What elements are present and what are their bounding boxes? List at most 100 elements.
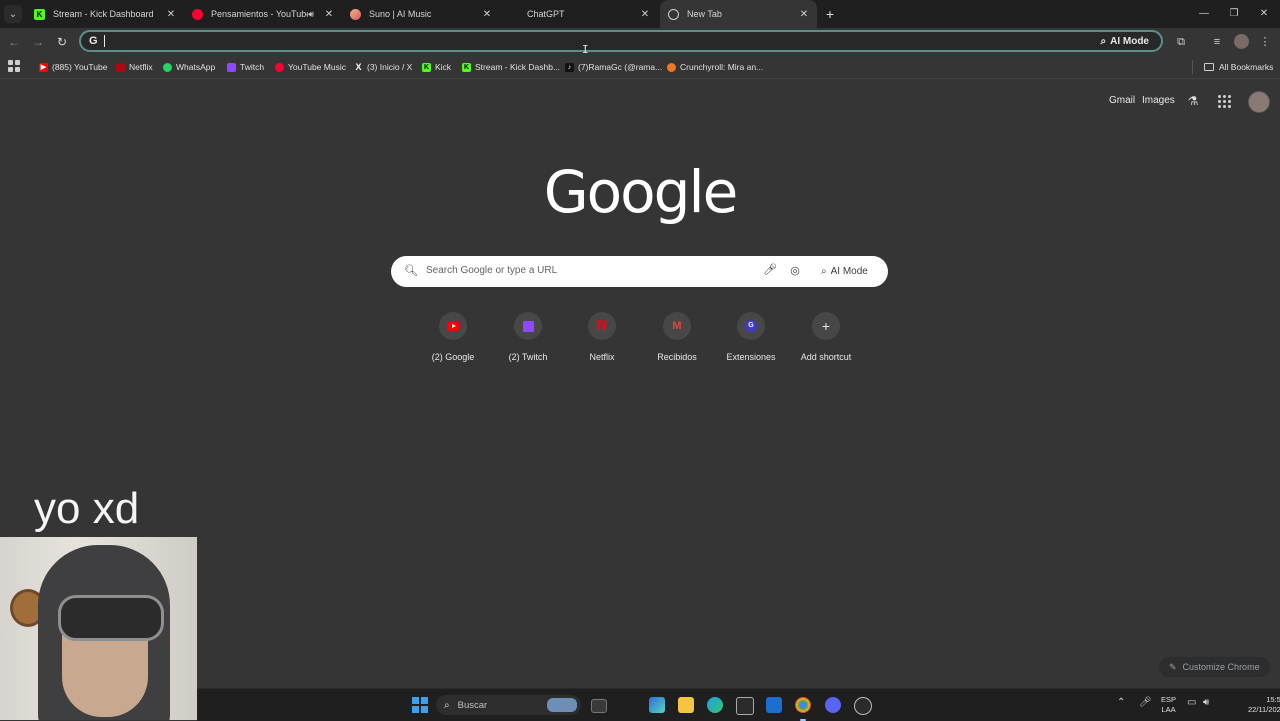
shortcut-label: (2) Google	[431, 352, 475, 362]
apps-grid-icon[interactable]	[8, 60, 20, 72]
new-tab-button[interactable]: +	[822, 6, 838, 22]
taskbar-search[interactable]: ⌕ Buscar	[436, 695, 581, 715]
ai-mode-button[interactable]: ⌕ AI Mode	[815, 261, 874, 282]
copilot-icon[interactable]	[649, 697, 665, 713]
webcam-feed	[0, 537, 197, 720]
tiktok-icon: ♪	[565, 62, 574, 72]
back-icon[interactable]: ←	[6, 34, 22, 50]
microphone-icon[interactable]: 🎤︎	[763, 263, 777, 279]
tab-strip: ⌄ K Stream - Kick Dashboard ✕ Pensamient…	[0, 0, 1280, 28]
shortcut-extensiones[interactable]: G Extensiones	[715, 312, 787, 362]
bookmark-label: (885) YouTube	[52, 62, 108, 72]
whatsapp-icon	[163, 62, 172, 72]
crunchyroll-icon	[667, 62, 676, 72]
bookmark-label: Crunchyroll: Mira an...	[680, 62, 764, 72]
chrome-icon	[668, 8, 679, 20]
close-icon[interactable]: ✕	[164, 9, 178, 20]
plus-icon: +	[821, 318, 831, 334]
account-avatar[interactable]	[1248, 91, 1270, 113]
chevron-down-icon: ⌄	[8, 8, 18, 20]
bookmark-label: (3) Inicio / X	[367, 62, 413, 72]
bookmark-x[interactable]: X (3) Inicio / X	[354, 60, 412, 74]
chrome-icon[interactable]	[795, 697, 811, 721]
tab-youtube-music[interactable]: Pensamientos - YouTube M 🔊︎ ✕	[184, 0, 342, 28]
shortcut-google[interactable]: (2) Google	[417, 312, 489, 362]
omnibox-ai-mode-button[interactable]: ⌕ AI Mode	[1093, 33, 1158, 49]
images-link[interactable]: Images	[1142, 95, 1175, 106]
search-box[interactable]: 🔍︎ Search Google or type a URL 🎤︎ ◎ ⌕ AI …	[391, 256, 888, 287]
bookmarks-bar: ▶ (885) YouTube Netflix WhatsApp Twitch Y…	[0, 56, 1280, 79]
bookmark-tiktok[interactable]: ♪ (7)RamaGc (@rama...	[565, 60, 662, 74]
ai-mode-label: AI Mode	[1110, 35, 1149, 47]
settings-app-icon[interactable]	[854, 697, 872, 715]
close-icon[interactable]: ✕	[638, 9, 652, 20]
extensions-icon[interactable]: ⧉	[1173, 34, 1189, 50]
netflix-icon	[116, 62, 125, 72]
search-icon: 🔍︎	[404, 265, 418, 277]
gmail-icon: M	[672, 320, 682, 332]
gmail-link[interactable]: Gmail	[1109, 95, 1135, 106]
file-explorer-icon[interactable]	[678, 697, 694, 713]
taskbar-search-label: Buscar	[457, 699, 488, 711]
customize-chrome-button[interactable]: ✎ Customize Chrome	[1159, 657, 1270, 677]
tab-search-button[interactable]: ⌄	[4, 5, 22, 23]
microphone-icon[interactable]: 🎤︎	[1139, 697, 1152, 708]
language-indicator[interactable]: ESP LAA	[1161, 695, 1176, 715]
all-bookmarks-button[interactable]: All Bookmarks	[1204, 60, 1273, 74]
minimize-icon[interactable]: —	[1196, 6, 1212, 22]
store-icon[interactable]	[736, 697, 754, 715]
tab-title: New Tab	[687, 9, 722, 19]
bookmark-kick-dashboard[interactable]: K Stream - Kick Dashb...	[462, 60, 560, 74]
volume-icon[interactable]: 🔊︎	[1203, 697, 1209, 708]
tab-chatgpt[interactable]: ChatGPT ✕	[500, 0, 658, 28]
keyboard-layout: LAA	[1161, 705, 1176, 714]
shortcut-label: Add shortcut	[800, 352, 852, 362]
shortcut-netflix[interactable]: N Netflix	[566, 312, 638, 362]
network-icon[interactable]: ▭	[1187, 697, 1196, 708]
chevron-up-icon[interactable]: ⌃	[1117, 697, 1125, 708]
google-lens-icon[interactable]: ◎	[788, 264, 802, 278]
speaker-icon[interactable]: 🔊︎	[308, 9, 314, 20]
bookmark-youtube[interactable]: ▶ (885) YouTube	[39, 60, 107, 74]
close-icon[interactable]: ✕	[480, 9, 494, 20]
shortcut-twitch[interactable]: (2) Twitch	[492, 312, 564, 362]
all-bookmarks-label: All Bookmarks	[1219, 62, 1274, 72]
menu-kebab-icon[interactable]: ⋮	[1257, 34, 1273, 50]
close-icon[interactable]: ✕	[322, 9, 336, 20]
google-apps-icon[interactable]	[1218, 95, 1231, 108]
language-code: ESP	[1161, 695, 1177, 704]
shortcut-label: Netflix	[589, 352, 615, 362]
bookmark-netflix[interactable]: Netflix	[116, 60, 153, 74]
bookmark-crunchyroll[interactable]: Crunchyroll: Mira an...	[667, 60, 763, 74]
bookmark-twitch[interactable]: Twitch	[227, 60, 264, 74]
shortcut-add[interactable]: + Add shortcut	[790, 312, 862, 362]
extension-g-icon: G	[745, 320, 757, 332]
kick-icon: K	[462, 62, 471, 72]
shortcut-recibidos[interactable]: M Recibidos	[641, 312, 713, 362]
tab-new-tab[interactable]: New Tab ✕	[660, 0, 817, 28]
restore-icon[interactable]: ❐	[1226, 6, 1242, 22]
windows-start-icon[interactable]	[412, 697, 428, 713]
bookmark-youtube-music[interactable]: YouTube Music	[275, 60, 346, 74]
search-input[interactable]: Search Google or type a URL	[426, 265, 557, 276]
shortcut-label: Recibidos	[657, 352, 697, 362]
ai-mode-label: AI Mode	[830, 266, 868, 277]
profile-avatar[interactable]	[1234, 34, 1249, 49]
outlook-icon[interactable]	[766, 697, 782, 713]
bookmark-whatsapp[interactable]: WhatsApp	[163, 60, 215, 74]
bookmark-kick[interactable]: K Kick	[422, 60, 451, 74]
tab-kick-dashboard[interactable]: K Stream - Kick Dashboard ✕	[26, 0, 184, 28]
close-icon[interactable]: ✕	[797, 9, 811, 20]
forward-icon[interactable]: →	[30, 34, 46, 50]
media-control-icon[interactable]: ≡	[1209, 34, 1225, 50]
edge-icon[interactable]	[707, 697, 723, 713]
reload-icon[interactable]: ↻	[54, 34, 70, 50]
twitch-icon	[227, 62, 236, 72]
address-bar[interactable]: G ⌕ AI Mode	[79, 30, 1163, 52]
labs-flask-icon[interactable]: ⚗	[1186, 94, 1200, 108]
tab-suno[interactable]: Suno | AI Music ✕	[342, 0, 500, 28]
task-view-icon[interactable]	[591, 699, 607, 713]
close-window-icon[interactable]: ✕	[1256, 6, 1272, 22]
system-clock[interactable]: 15:53 22/11/2025	[1225, 695, 1280, 715]
discord-icon[interactable]	[825, 697, 841, 713]
